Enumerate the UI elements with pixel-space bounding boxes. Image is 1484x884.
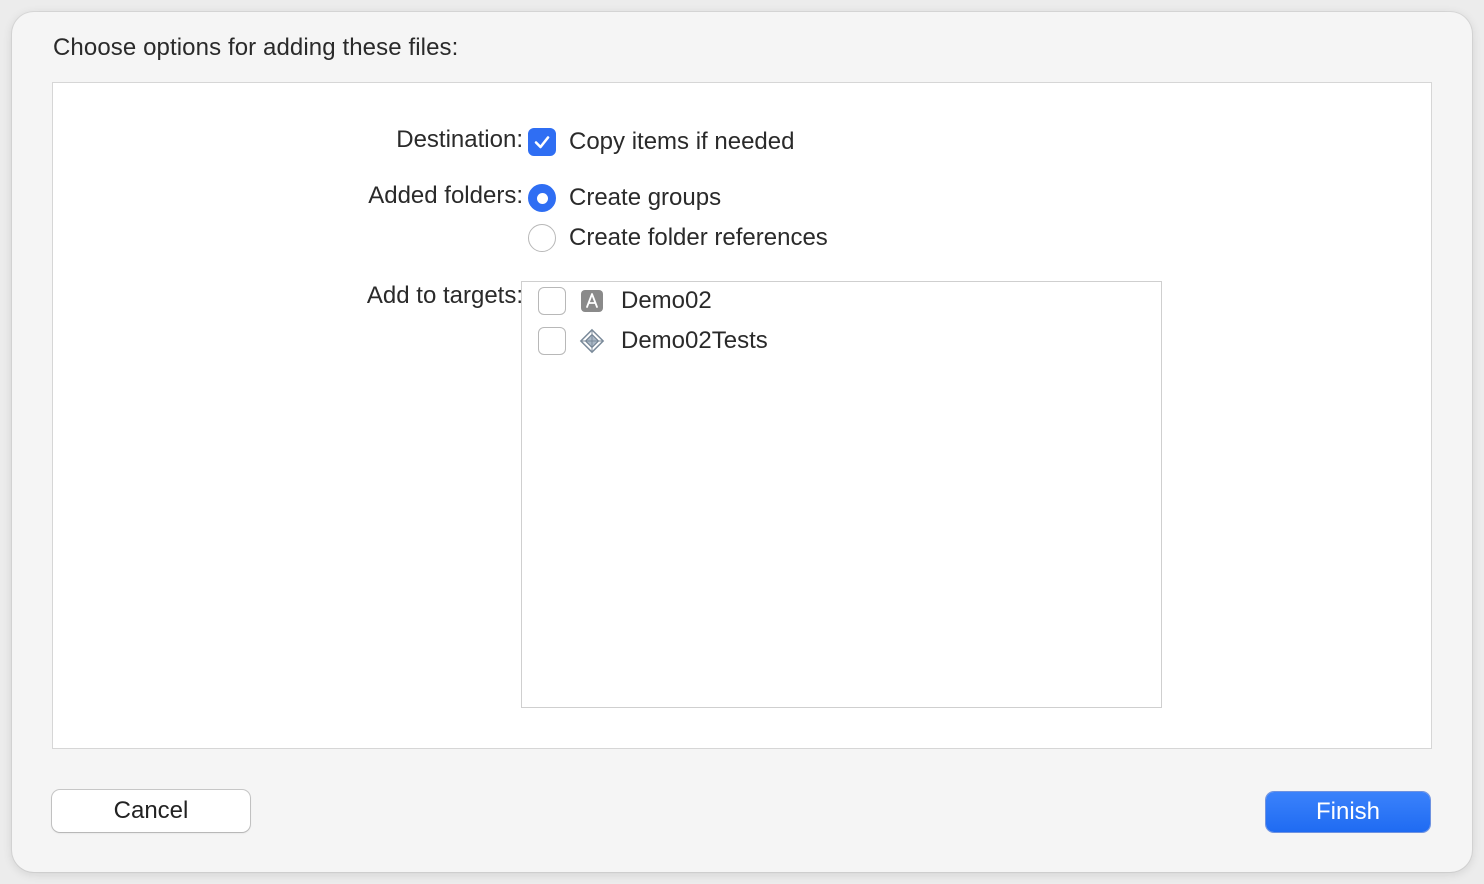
- copy-items-option[interactable]: Copy items if needed: [528, 128, 794, 156]
- destination-label: Destination:: [396, 126, 523, 153]
- dialog-heading: Choose options for adding these files:: [53, 34, 459, 61]
- target-row-demo02tests[interactable]: Demo02Tests: [538, 327, 768, 355]
- create-folder-references-label: Create folder references: [569, 224, 828, 251]
- create-groups-radio[interactable]: [528, 184, 556, 212]
- app-target-icon: [579, 288, 605, 314]
- create-groups-option[interactable]: Create groups: [528, 184, 721, 212]
- copy-items-label: Copy items if needed: [569, 128, 795, 155]
- targets-list: Demo02 Demo02Tests: [521, 281, 1162, 708]
- target-checkbox-demo02tests[interactable]: [538, 327, 566, 355]
- add-to-targets-label: Add to targets:: [366, 282, 523, 309]
- create-groups-label: Create groups: [569, 184, 722, 211]
- create-folder-references-option[interactable]: Create folder references: [528, 224, 828, 252]
- cancel-button[interactable]: Cancel: [52, 790, 250, 832]
- add-files-dialog: Choose options for adding these files: D…: [12, 12, 1472, 872]
- finish-button[interactable]: Finish: [1266, 792, 1430, 832]
- target-name-demo02tests: Demo02Tests: [621, 327, 768, 354]
- target-row-demo02[interactable]: Demo02: [538, 287, 712, 315]
- options-panel: Destination: Copy items if needed Added …: [52, 82, 1432, 749]
- target-name-demo02: Demo02: [621, 287, 712, 314]
- test-target-icon: [579, 328, 605, 354]
- create-folder-references-radio[interactable]: [528, 224, 556, 252]
- checkmark-icon: [534, 136, 550, 149]
- target-checkbox-demo02[interactable]: [538, 287, 566, 315]
- copy-items-checkbox[interactable]: [528, 128, 556, 156]
- added-folders-label: Added folders:: [368, 182, 523, 209]
